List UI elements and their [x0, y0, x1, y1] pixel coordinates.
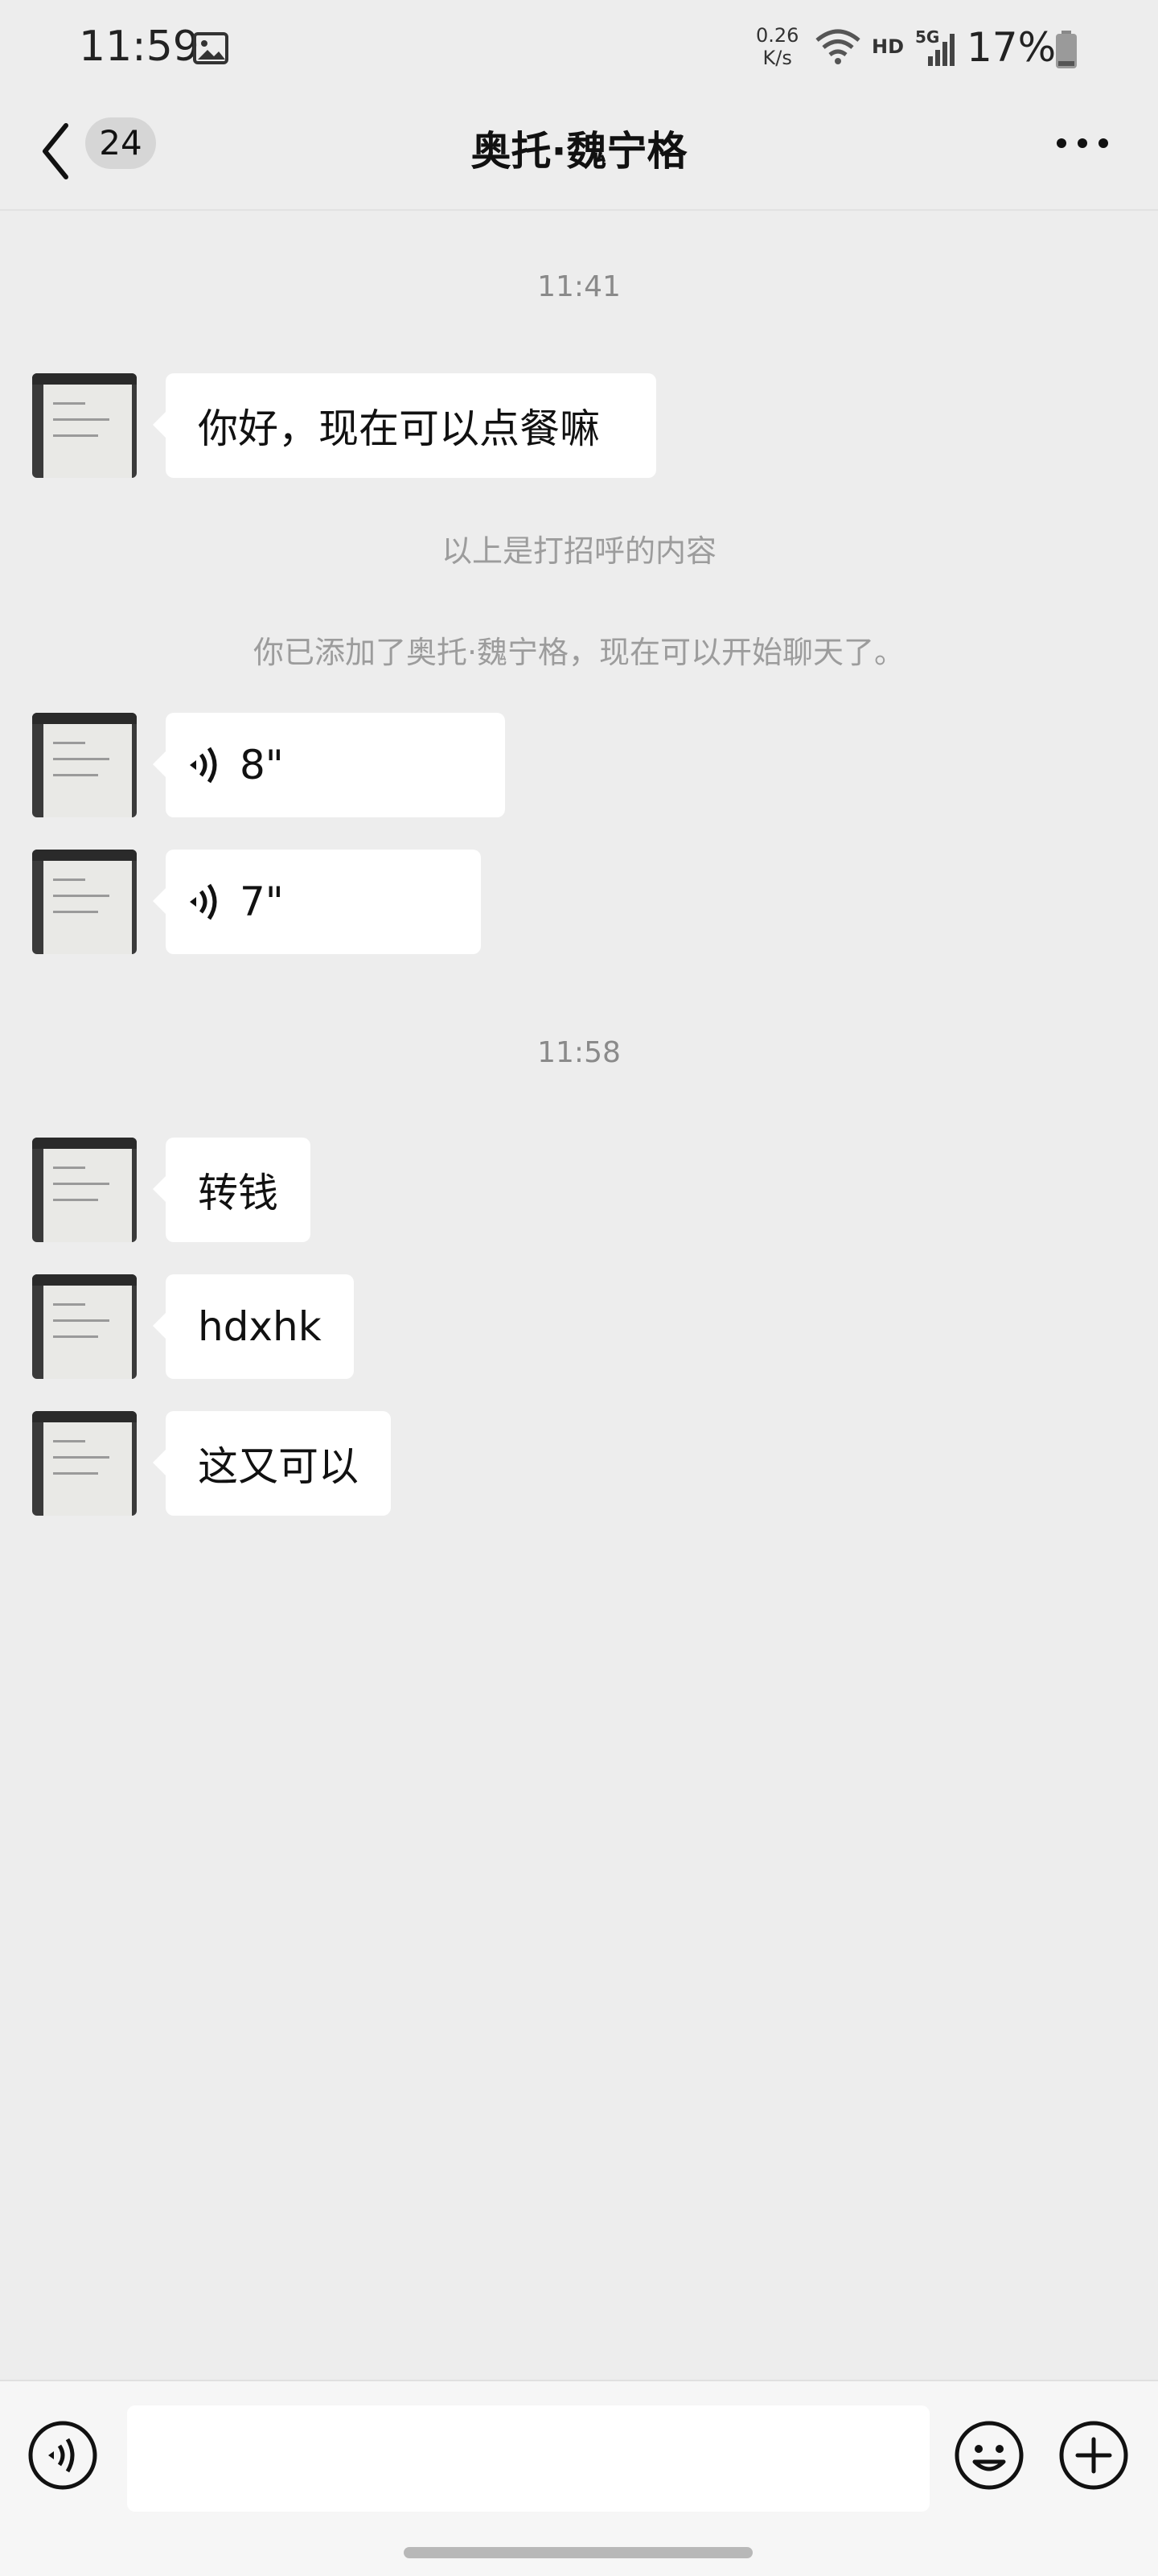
status-time: 11:59: [79, 23, 199, 71]
image-icon: [193, 32, 228, 64]
timestamp: 11:58: [537, 1036, 621, 1069]
system-message: 以上是打招呼的内容: [441, 533, 717, 569]
message-bubble[interactable]: 你好，现在可以点餐嘛: [153, 373, 656, 478]
hd-label: HD: [872, 35, 905, 58]
avatar[interactable]: [32, 713, 137, 817]
home-indicator[interactable]: [404, 2547, 753, 2558]
timestamp: 11:41: [537, 270, 621, 303]
message-text: hdxhk: [198, 1303, 322, 1350]
more-icon[interactable]: [1053, 135, 1111, 151]
voice-message[interactable]: 7": [153, 850, 481, 954]
status-bar: 11:59 0.26 K/s HD 5G 17%: [0, 0, 1158, 97]
message-text: 这又可以: [198, 1443, 359, 1490]
battery-percent: 17%: [967, 24, 1057, 71]
message-text: 转钱: [198, 1170, 278, 1216]
avatar[interactable]: [32, 850, 137, 954]
message-input[interactable]: [127, 2405, 930, 2512]
chat-title: 奥托·魏宁格: [470, 128, 688, 175]
message-bubble[interactable]: 这又可以: [153, 1411, 391, 1516]
voice-duration: 7": [240, 879, 284, 925]
avatar[interactable]: [32, 1411, 137, 1516]
wifi-icon: [815, 29, 860, 64]
emoji-icon[interactable]: [954, 2420, 1025, 2491]
network-speed: 0.26 K/s: [756, 24, 799, 69]
voice-message[interactable]: 8": [153, 713, 505, 817]
message-bubble[interactable]: hdxhk: [153, 1274, 354, 1379]
battery-icon: [1056, 31, 1077, 68]
system-message: 你已添加了奥托·魏宁格，现在可以开始聊天了。: [253, 635, 905, 670]
voice-icon: [190, 747, 217, 784]
voice-icon: [190, 883, 217, 920]
signal-icon: [928, 34, 955, 66]
voice-input-icon[interactable]: [27, 2420, 98, 2491]
avatar[interactable]: [32, 373, 137, 478]
plus-icon[interactable]: [1058, 2420, 1129, 2491]
network-speed-value: 0.26: [756, 24, 799, 47]
voice-duration: 8": [240, 742, 284, 788]
avatar[interactable]: [32, 1138, 137, 1242]
message-bubble[interactable]: 转钱: [153, 1138, 310, 1242]
avatar[interactable]: [32, 1274, 137, 1379]
message-text: 你好，现在可以点餐嘛: [198, 405, 600, 452]
network-speed-unit: K/s: [762, 47, 792, 69]
